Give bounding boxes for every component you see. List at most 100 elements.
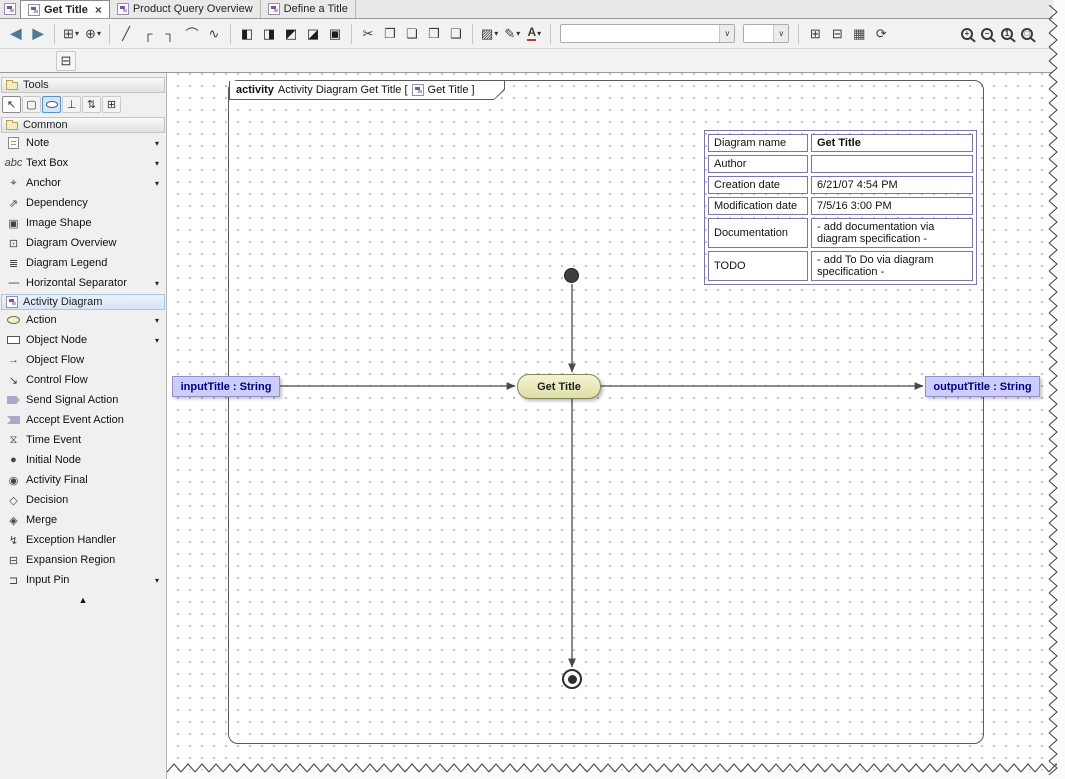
- palette-item-exception-handler[interactable]: ↯ Exception Handler: [0, 530, 166, 550]
- toolbar-combo-large[interactable]: ∨: [560, 24, 736, 43]
- draw-curve-button[interactable]: ⌒: [182, 24, 202, 44]
- line-color-button[interactable]: ✎ ▾: [502, 24, 522, 44]
- draw-rectilinear-button[interactable]: ┌: [138, 24, 158, 44]
- palette-item-decision[interactable]: ◇ Decision: [0, 490, 166, 510]
- align-bottom-button[interactable]: ◪: [303, 24, 323, 44]
- palette-item-accept-event-action[interactable]: Accept Event Action: [0, 410, 166, 430]
- align-top-button[interactable]: ◩: [281, 24, 301, 44]
- rect-select-tool-button[interactable]: ▢: [22, 96, 41, 113]
- palette-item-action[interactable]: Action ▾: [0, 310, 166, 330]
- action-icon: [7, 316, 20, 324]
- structure-tree-button[interactable]: ⊟: [56, 50, 76, 71]
- palette-section-tools[interactable]: Tools: [1, 77, 165, 93]
- tab-product-query-overview[interactable]: Product Query Overview: [109, 0, 261, 18]
- palette-item-activity-final[interactable]: ◉ Activity Final: [0, 470, 166, 490]
- palette-item-time-event[interactable]: ⧖ Time Event: [0, 430, 166, 450]
- diagram-legend-icon: ≣: [8, 257, 19, 270]
- palette-section-common[interactable]: Common: [1, 117, 165, 133]
- center-button[interactable]: ▣: [325, 24, 345, 44]
- align-tool-button[interactable]: ⊥: [62, 96, 81, 113]
- draw-spline-button[interactable]: ∿: [204, 24, 224, 44]
- activity-final-node[interactable]: [562, 669, 582, 689]
- chevron-down-icon[interactable]: ▾: [155, 576, 162, 585]
- palette-item-label: Diagram Legend: [26, 257, 108, 269]
- palette-item-anchor[interactable]: ⌖ Anchor ▾: [0, 173, 166, 193]
- toolbar-combo-small[interactable]: ∨: [743, 24, 790, 43]
- refresh-button[interactable]: ⟳: [871, 24, 891, 44]
- add-related-button[interactable]: ⊕ ▾: [83, 24, 103, 44]
- palette-section-activity-diagram[interactable]: Activity Diagram: [1, 294, 165, 310]
- delete-button[interactable]: ❒: [424, 24, 444, 44]
- chevron-down-icon[interactable]: ∨: [719, 25, 735, 42]
- palette-item-text-box[interactable]: abc Text Box ▾: [0, 153, 166, 173]
- palette-item-send-signal-action[interactable]: Send Signal Action: [0, 390, 166, 410]
- new-diagram-button[interactable]: ⊞: [805, 24, 825, 44]
- diagram-list-icon[interactable]: [0, 0, 20, 18]
- palette-item-note[interactable]: Note ▾: [0, 133, 166, 153]
- back-button[interactable]: ◀: [6, 24, 26, 44]
- exception-handler-icon: ↯: [8, 534, 19, 547]
- main-toolbar: ◀ ▶ ⊞ ▾ ⊕ ▾ ╱ ┌ ┐ ⌒ ∿ ◧ ◨ ◩ ◪ ▣ ✂ ❐ ❏ ❒ ❑ …: [0, 19, 1065, 49]
- diagram-info-table[interactable]: Diagram name Get Title Author Creation d…: [704, 130, 977, 285]
- palette-scroll-up-button[interactable]: ▲: [0, 590, 166, 610]
- initial-node[interactable]: [564, 268, 579, 283]
- chevron-down-icon[interactable]: ▾: [155, 179, 162, 188]
- palette-item-dependency[interactable]: ⇗ Dependency: [0, 193, 166, 213]
- oval-tool-button[interactable]: [42, 96, 61, 113]
- clone-button[interactable]: ❑: [446, 24, 466, 44]
- anchor-icon: ⌖: [10, 176, 17, 189]
- chevron-down-icon[interactable]: ▾: [155, 316, 162, 325]
- draw-oblique-button[interactable]: ┐: [160, 24, 180, 44]
- grid-tool-button[interactable]: ⊞: [102, 96, 121, 113]
- fill-color-button[interactable]: ▨ ▾: [479, 24, 500, 44]
- copy-button[interactable]: ❐: [380, 24, 400, 44]
- zoom-fit-icon[interactable]: □: [1021, 27, 1033, 40]
- delete-diagram-button[interactable]: ⊟: [827, 24, 847, 44]
- tab-get-title[interactable]: Get Title ×: [20, 0, 110, 18]
- palette-item-object-node[interactable]: Object Node ▾: [0, 330, 166, 350]
- paste-button[interactable]: ❏: [402, 24, 422, 44]
- diagram-canvas[interactable]: activity Activity Diagram Get Title [ Ge…: [167, 73, 1065, 779]
- palette-item-merge[interactable]: ◈ Merge: [0, 510, 166, 530]
- cut-button[interactable]: ✂: [358, 24, 378, 44]
- palette-item-expansion-region[interactable]: ⊟ Expansion Region: [0, 550, 166, 570]
- palette-item-label: Horizontal Separator: [26, 277, 127, 289]
- palette-item-image-shape[interactable]: ▣ Image Shape: [0, 213, 166, 233]
- zoom-in-icon[interactable]: +: [961, 27, 973, 40]
- table-button[interactable]: ▦: [849, 24, 869, 44]
- zoom-actual-icon[interactable]: 1: [1001, 27, 1013, 40]
- palette-item-control-flow[interactable]: ↘ Control Flow: [0, 370, 166, 390]
- palette-item-label: Exception Handler: [26, 534, 116, 546]
- chevron-down-icon[interactable]: ▾: [155, 279, 162, 288]
- palette-item-diagram-overview[interactable]: ⊡ Diagram Overview: [0, 233, 166, 253]
- distribute-tool-button[interactable]: ⇅: [82, 96, 101, 113]
- chevron-down-icon[interactable]: ∨: [773, 25, 789, 42]
- chevron-down-icon[interactable]: ▾: [155, 139, 162, 148]
- font-color-button[interactable]: A ▾: [524, 24, 544, 44]
- cursor-tool-button[interactable]: ↖: [2, 96, 21, 113]
- palette-item-label: Note: [26, 137, 50, 149]
- action-get-title[interactable]: Get Title: [517, 374, 601, 399]
- containment-tree-button[interactable]: ⊞ ▾: [61, 24, 81, 44]
- align-right-button[interactable]: ◨: [259, 24, 279, 44]
- zoom-out-icon[interactable]: −: [981, 27, 993, 40]
- output-parameter-node[interactable]: outputTitle : String: [925, 376, 1040, 397]
- section-title: Common: [23, 119, 68, 131]
- palette-item-object-flow[interactable]: → Object Flow: [0, 350, 166, 370]
- palette-item-initial-node[interactable]: ● Initial Node: [0, 450, 166, 470]
- chevron-down-icon[interactable]: ▾: [155, 159, 162, 168]
- palette-item-diagram-legend[interactable]: ≣ Diagram Legend: [0, 253, 166, 273]
- palette-item-input-pin[interactable]: ⊐ Input Pin ▾: [0, 570, 166, 590]
- chevron-down-icon[interactable]: ▾: [155, 336, 162, 345]
- input-parameter-node[interactable]: inputTitle : String: [172, 376, 280, 397]
- align-left-button[interactable]: ◧: [237, 24, 257, 44]
- draw-line-button[interactable]: ╱: [116, 24, 136, 44]
- info-value-cell: [811, 155, 973, 173]
- tab-define-a-title[interactable]: Define a Title: [260, 0, 356, 18]
- frame-label[interactable]: activity Activity Diagram Get Title [ Ge…: [229, 81, 505, 100]
- palette-item-horizontal-separator[interactable]: ---- Horizontal Separator ▾: [0, 273, 166, 293]
- palette-item-label: Text Box: [26, 157, 69, 169]
- forward-button[interactable]: ▶: [28, 24, 48, 44]
- close-icon[interactable]: ×: [95, 3, 102, 17]
- separator: [550, 23, 552, 44]
